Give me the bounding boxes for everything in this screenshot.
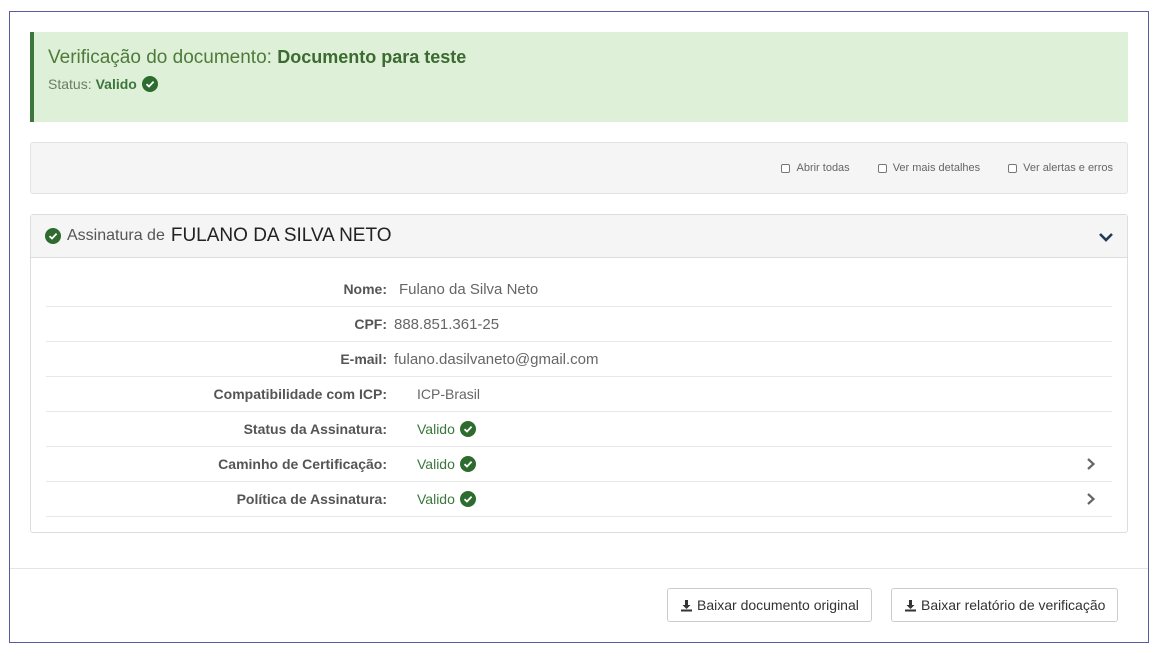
download-report-button[interactable]: Baixar relatório de verificação	[891, 588, 1119, 622]
detail-row-politica-assinatura[interactable]: Política de Assinatura: Valido	[46, 482, 1112, 517]
detail-label: Caminho de Certificação:	[218, 456, 387, 472]
chevron-right-icon[interactable]	[1084, 457, 1098, 471]
detail-row-status-assinatura: Status da Assinatura: Valido	[46, 412, 1112, 447]
check-circle-icon	[459, 421, 476, 437]
status-label: Status:	[48, 76, 92, 92]
detail-value: 888.851.361-25	[394, 315, 500, 333]
chevron-down-icon[interactable]	[1097, 228, 1115, 246]
checkbox-ver-alertas-erros[interactable]	[1008, 163, 1018, 173]
detail-label: Compatibilidade com ICP:	[213, 386, 387, 402]
detail-row-compatibilidade: Compatibilidade com ICP: ICP-Brasil	[46, 377, 1112, 412]
download-report-label: Baixar relatório de verificação	[921, 597, 1106, 613]
signature-panel: Assinatura de FULANO DA SILVA NETO Nome:…	[30, 214, 1128, 533]
download-original-button[interactable]: Baixar documento original	[667, 588, 872, 622]
check-circle-icon	[459, 456, 476, 472]
alert-title: Verificação do documento: Documento para…	[48, 45, 1128, 70]
download-icon	[681, 599, 692, 611]
detail-value-status: Valido	[417, 421, 476, 437]
detail-row-cpf: CPF: 888.851.361-25	[46, 307, 1112, 342]
detail-value-status: Valido	[417, 491, 476, 507]
detail-value: Fulano da Silva Neto	[399, 280, 539, 298]
detail-value: ICP-Brasil	[417, 386, 481, 402]
detail-value: fulano.dasilvaneto@gmail.com	[394, 350, 599, 368]
detail-label: Nome:	[343, 281, 387, 297]
status-text: Valido	[417, 456, 455, 472]
option-ver-alertas-erros[interactable]: Ver alertas e erros	[1008, 162, 1113, 174]
check-circle-icon	[459, 491, 476, 507]
option-label: Ver alertas e erros	[1023, 162, 1113, 174]
verification-alert: Verificação do documento: Documento para…	[30, 32, 1128, 122]
checkbox-ver-mais-detalhes[interactable]	[877, 163, 887, 173]
alert-status: Status: Valido	[48, 76, 1128, 92]
download-original-label: Baixar documento original	[697, 597, 859, 613]
signature-panel-header[interactable]: Assinatura de FULANO DA SILVA NETO	[31, 215, 1127, 258]
status-value: Valido	[95, 76, 137, 92]
download-icon	[905, 599, 916, 611]
detail-label: Status da Assinatura:	[243, 421, 387, 437]
options-bar: Abrir todas Ver mais detalhes Ver alerta…	[30, 142, 1128, 194]
check-circle-icon	[45, 228, 61, 244]
footer-divider	[10, 568, 1148, 569]
verification-window: Verificação do documento: Documento para…	[9, 11, 1149, 643]
check-circle-icon	[141, 76, 158, 92]
status-text: Valido	[417, 491, 455, 507]
checkbox-abrir-todas[interactable]	[781, 163, 791, 173]
detail-row-nome: Nome: Fulano da Silva Neto	[46, 272, 1112, 307]
status-text: Valido	[417, 421, 455, 437]
chevron-right-icon[interactable]	[1084, 492, 1098, 506]
option-label: Abrir todas	[796, 162, 850, 174]
detail-row-caminho-certificacao[interactable]: Caminho de Certificação: Valido	[46, 447, 1112, 482]
signature-details: Nome: Fulano da Silva Neto CPF: 888.851.…	[46, 272, 1112, 517]
detail-label: CPF:	[354, 316, 387, 332]
option-label: Ver mais detalhes	[892, 162, 981, 174]
detail-label: E-mail:	[340, 351, 387, 367]
document-name: Documento para teste	[277, 47, 467, 67]
detail-row-email: E-mail: fulano.dasilvaneto@gmail.com	[46, 342, 1112, 377]
alert-title-prefix: Verificação do documento:	[48, 47, 272, 68]
option-ver-mais-detalhes[interactable]: Ver mais detalhes	[877, 162, 981, 174]
option-abrir-todas[interactable]: Abrir todas	[781, 162, 850, 174]
signature-header-label: Assinatura de	[67, 227, 165, 244]
detail-value-status: Valido	[417, 456, 476, 472]
signer-name: FULANO DA SILVA NETO	[170, 225, 392, 246]
detail-label: Política de Assinatura:	[236, 491, 387, 507]
